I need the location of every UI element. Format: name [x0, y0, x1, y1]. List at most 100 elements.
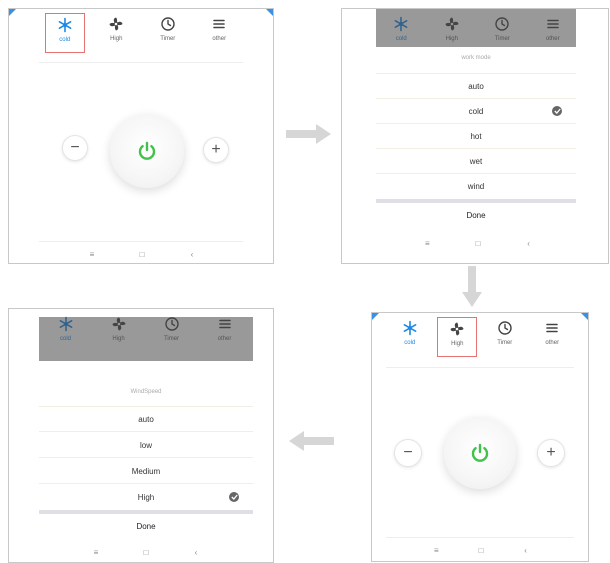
sheet-separator	[376, 199, 576, 203]
tab-other[interactable]: other	[205, 313, 245, 353]
tab-label: High	[112, 336, 125, 342]
tab-fan[interactable]: High	[437, 317, 478, 357]
system-nav-bar: ≡ □ ‹	[67, 247, 217, 261]
tab-label: High	[110, 36, 123, 42]
nav-menu-button[interactable]: ≡	[85, 248, 99, 260]
decrease-button[interactable]: −	[62, 135, 88, 161]
tab-fan[interactable]: High	[99, 313, 139, 353]
tab-label: other	[545, 36, 560, 42]
decrease-button[interactable]: −	[394, 439, 422, 467]
tab-label: Timer	[163, 336, 180, 342]
option-wet[interactable]: wet	[376, 148, 576, 174]
increase-button[interactable]: +	[537, 439, 565, 467]
tab-timer[interactable]: Timer	[152, 313, 192, 353]
check-icon	[229, 492, 239, 502]
nav-menu-button[interactable]: ≡	[420, 237, 434, 249]
screen-main-cold: cold High Timer other − + ≡ □ ‹	[8, 8, 274, 264]
corner-marker	[581, 313, 588, 320]
tab-other[interactable]: other	[533, 13, 573, 53]
tab-label: Timer	[160, 36, 176, 42]
control-tabs: cold High Timer other	[39, 309, 251, 357]
done-button[interactable]: Done	[376, 204, 576, 226]
fan-icon	[445, 17, 459, 31]
check-icon	[552, 106, 562, 116]
control-tabs: cold High Timer other	[376, 9, 578, 57]
power-icon	[138, 141, 156, 160]
fan-icon	[450, 322, 464, 336]
option-auto[interactable]: auto	[376, 73, 576, 99]
screen-wind-speed-sheet: cold High Timer other WindSpeed auto low…	[8, 308, 274, 563]
power-icon	[471, 443, 489, 462]
tab-other[interactable]: other	[199, 13, 239, 53]
control-tabs: cold High Timer other	[386, 313, 576, 361]
tab-timer[interactable]: Timer	[485, 317, 525, 357]
divider	[39, 62, 243, 63]
snowflake-icon	[403, 320, 417, 336]
snowflake-icon	[59, 316, 72, 332]
increase-button[interactable]: +	[203, 137, 229, 163]
snowflake-icon	[58, 17, 72, 33]
fan-icon	[112, 317, 125, 331]
tab-label: cold	[59, 37, 71, 43]
nav-home-button[interactable]: □	[471, 237, 485, 249]
tab-label: cold	[395, 36, 407, 42]
clock-icon	[161, 17, 175, 31]
plus-icon: +	[211, 141, 221, 158]
sheet-title: work mode	[461, 55, 491, 61]
tab-fan[interactable]: High	[96, 13, 136, 53]
menu-icon	[218, 319, 231, 329]
tab-label: High	[445, 36, 458, 42]
divider	[39, 241, 243, 242]
sheet-separator	[39, 510, 253, 514]
tab-timer[interactable]: Timer	[482, 13, 522, 53]
nav-home-button[interactable]: □	[135, 248, 149, 260]
done-button[interactable]: Done	[39, 515, 253, 537]
option-cold[interactable]: cold	[376, 98, 576, 124]
screen-work-mode-sheet: cold High Timer other work mode auto col…	[341, 8, 609, 264]
screen-main-high: cold High Timer other − + ≡ □ ‹	[371, 312, 589, 562]
tab-mode[interactable]: cold	[381, 13, 421, 53]
tab-mode[interactable]: cold	[44, 13, 85, 53]
tab-mode[interactable]: cold	[390, 317, 430, 357]
menu-icon	[213, 19, 226, 29]
option-wind[interactable]: wind	[376, 173, 576, 199]
tab-timer[interactable]: Timer	[148, 13, 188, 53]
option-low[interactable]: low	[39, 431, 253, 458]
menu-icon	[546, 323, 559, 333]
power-button[interactable]	[444, 417, 516, 489]
tab-mode[interactable]: cold	[46, 313, 86, 353]
tab-label: other	[545, 340, 560, 346]
option-high[interactable]: High	[39, 483, 253, 510]
nav-back-button[interactable]: ‹	[519, 544, 533, 556]
control-tabs: cold High Timer other	[39, 9, 245, 57]
option-medium[interactable]: Medium	[39, 457, 253, 484]
tab-label: cold	[59, 336, 71, 342]
nav-home-button[interactable]: □	[139, 546, 153, 558]
tab-other[interactable]: other	[532, 317, 572, 357]
corner-marker	[9, 9, 16, 16]
menu-icon	[546, 19, 559, 29]
nav-menu-button[interactable]: ≡	[89, 546, 103, 558]
tab-label: cold	[404, 340, 416, 346]
nav-back-button[interactable]: ‹	[185, 248, 199, 260]
divider	[386, 537, 574, 538]
nav-menu-button[interactable]: ≡	[429, 544, 443, 556]
tab-label: Timer	[494, 36, 510, 42]
nav-back-button[interactable]: ‹	[522, 237, 536, 249]
tab-label: Timer	[497, 340, 513, 346]
power-button[interactable]	[110, 114, 184, 188]
minus-icon: −	[70, 139, 80, 156]
minus-icon: −	[403, 444, 413, 461]
option-auto[interactable]: auto	[39, 406, 253, 432]
divider	[386, 367, 574, 368]
plus-icon: +	[546, 444, 556, 461]
nav-back-button[interactable]: ‹	[189, 546, 203, 558]
tab-label: other	[212, 36, 227, 42]
option-label: cold	[468, 107, 484, 116]
arrow-down-icon	[462, 266, 482, 307]
option-hot[interactable]: hot	[376, 123, 576, 149]
clock-icon	[495, 17, 509, 31]
tab-label: High	[451, 341, 464, 347]
nav-home-button[interactable]: □	[474, 544, 488, 556]
tab-fan[interactable]: High	[432, 13, 472, 53]
